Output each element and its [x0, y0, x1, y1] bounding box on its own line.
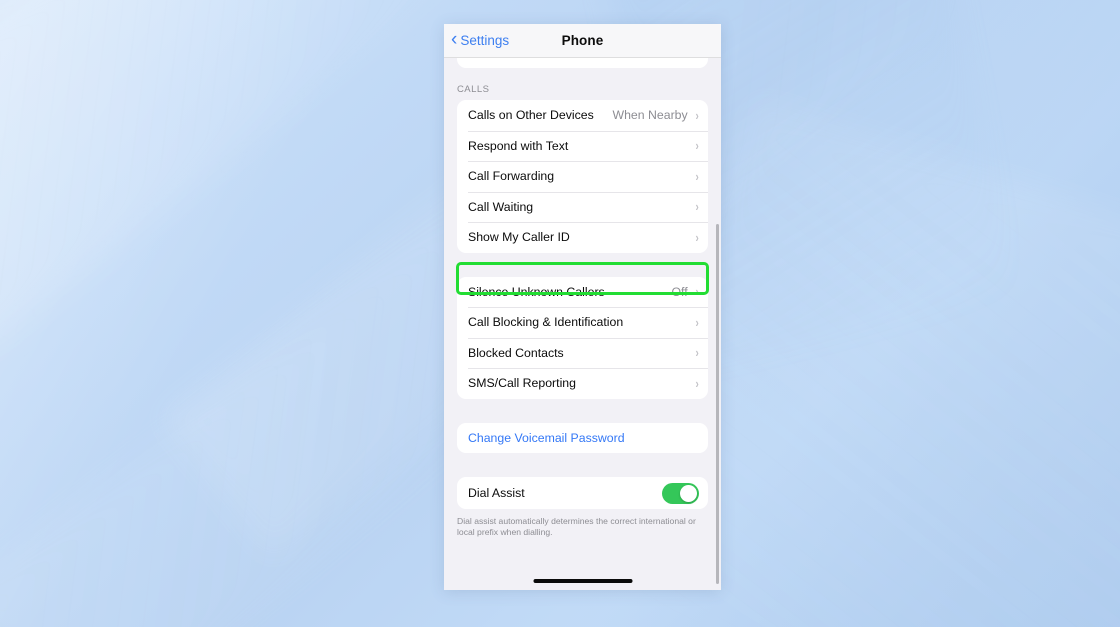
back-button-label: Settings	[460, 33, 510, 48]
chevron-right-icon: ›	[695, 168, 699, 184]
dial-assist-footnote: Dial assist automatically determines the…	[457, 516, 696, 538]
row-label: SMS/Call Reporting	[468, 376, 576, 391]
previous-section-card-partial	[457, 58, 708, 68]
row-label: Show My Caller ID	[468, 230, 570, 245]
navigation-bar: ‹ Settings Phone	[444, 24, 721, 58]
row-label: Call Forwarding	[468, 169, 555, 184]
back-button-settings[interactable]: ‹ Settings	[451, 29, 510, 50]
chevron-right-icon: ›	[695, 284, 699, 300]
home-indicator[interactable]	[533, 578, 632, 583]
vertical-scrollbar[interactable]	[716, 224, 719, 584]
row-label: Call Waiting	[468, 199, 534, 214]
row-call-waiting[interactable]: Call Waiting ›	[457, 191, 708, 223]
row-blocked-contacts[interactable]: Blocked Contacts ›	[457, 337, 708, 369]
row-change-voicemail-password[interactable]: Change Voicemail Password	[457, 423, 708, 454]
blocking-section-card: Silence Unknown Callers Off › Call Block…	[457, 276, 708, 399]
toggle-knob	[680, 484, 697, 502]
row-call-blocking-and-identification[interactable]: Call Blocking & Identification ›	[457, 307, 708, 338]
row-value: Off	[671, 284, 688, 299]
row-label: Calls on Other Devices	[468, 108, 594, 123]
row-show-my-caller-id[interactable]: Show My Caller ID ›	[457, 222, 708, 253]
row-dial-assist: Dial Assist	[457, 477, 708, 509]
phone-screen: ‹ Settings Phone CALLS Calls on Other De…	[444, 24, 721, 590]
section-header-calls: CALLS	[457, 84, 490, 95]
row-label: Call Blocking & Identification	[468, 315, 624, 330]
row-respond-with-text[interactable]: Respond with Text ›	[457, 130, 708, 162]
row-label: Respond with Text	[468, 138, 569, 153]
chevron-right-icon: ›	[695, 314, 699, 330]
settings-scroll-area[interactable]: CALLS Calls on Other Devices When Nearby…	[444, 58, 721, 590]
chevron-right-icon: ›	[695, 229, 699, 245]
row-silence-unknown-callers[interactable]: Silence Unknown Callers Off ›	[457, 277, 708, 308]
row-label: Silence Unknown Callers	[468, 284, 605, 299]
calls-section-card: Calls on Other Devices When Nearby › Res…	[457, 100, 708, 253]
row-label: Blocked Contacts	[468, 345, 564, 360]
chevron-right-icon: ›	[695, 199, 699, 215]
chevron-right-icon: ›	[695, 138, 699, 154]
chevron-left-icon: ‹	[451, 29, 458, 50]
chevron-right-icon: ›	[695, 375, 699, 391]
dial-assist-toggle[interactable]	[662, 482, 699, 504]
row-label: Dial Assist	[468, 486, 525, 500]
chevron-right-icon: ›	[695, 345, 699, 361]
voicemail-section-card: Change Voicemail Password	[457, 422, 708, 454]
row-value: When Nearby	[612, 108, 688, 123]
row-call-forwarding[interactable]: Call Forwarding ›	[457, 161, 708, 192]
row-label: Change Voicemail Password	[468, 430, 625, 445]
row-sms-call-reporting[interactable]: SMS/Call Reporting ›	[457, 368, 708, 399]
chevron-right-icon: ›	[695, 107, 699, 123]
dial-assist-section-card: Dial Assist	[457, 477, 708, 509]
row-calls-on-other-devices[interactable]: Calls on Other Devices When Nearby ›	[457, 100, 708, 131]
